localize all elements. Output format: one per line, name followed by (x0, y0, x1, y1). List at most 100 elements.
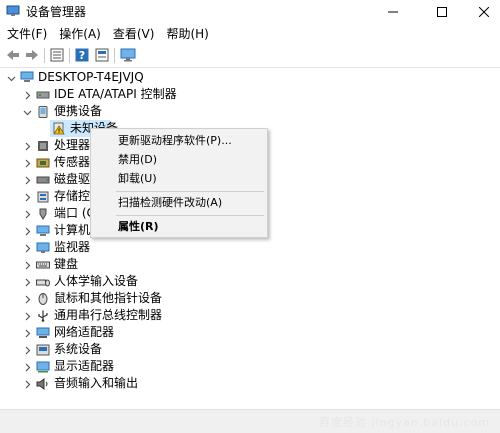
tree-item-label: 存储控 (54, 189, 91, 203)
tree-item-network-adapters[interactable]: 网络适配器 (0, 324, 200, 341)
toolbar-divider (69, 48, 70, 63)
computer-icon (20, 71, 34, 83)
chevron-down-icon[interactable] (6, 73, 16, 83)
ide-controller-icon (36, 89, 50, 101)
sensor-icon (36, 157, 50, 169)
tree-item-hid[interactable]: 人体学输入设备 (0, 273, 200, 290)
computer-monitor-icon[interactable] (120, 47, 136, 63)
chevron-right-icon[interactable] (22, 141, 32, 151)
chevron-right-icon[interactable] (22, 277, 32, 287)
tree-item-label: 键盘 (54, 257, 79, 271)
storage-controller-icon (36, 191, 50, 203)
tree-item-system-devices[interactable]: 系统设备 (0, 341, 200, 358)
chevron-right-icon[interactable] (22, 175, 32, 185)
tree-item-processor[interactable]: 处理器 (0, 137, 100, 154)
chevron-right-icon[interactable] (22, 362, 32, 372)
display-adapter-icon (36, 361, 50, 373)
chevron-right-icon[interactable] (22, 294, 32, 304)
tree-item-display-adapters[interactable]: 显示适配器 (0, 358, 200, 375)
tree-item-label: 处理器 (54, 138, 91, 152)
chevron-right-icon[interactable] (22, 345, 32, 355)
tree-item-audio-io[interactable]: 音频输入和输出 (0, 375, 200, 392)
tree-item-sensors[interactable]: 传感器 (0, 154, 100, 171)
network-adapter-icon (36, 327, 50, 339)
tree-item-usb-controllers[interactable]: 通用串行总线控制器 (0, 307, 220, 324)
tree-item-label: 监视器 (54, 240, 91, 254)
processor-icon (36, 140, 50, 152)
context-menu: 更新驱动程序软件(P)... 禁用(D) 卸载(U) 扫描检测硬件改动(A) 属… (90, 128, 268, 238)
toolbar-divider (114, 48, 115, 63)
forward-icon[interactable] (24, 47, 40, 63)
tree-item-storage-controllers[interactable]: 存储控 (0, 188, 100, 205)
chevron-right-icon[interactable] (22, 379, 32, 389)
tree-item-monitors[interactable]: 监视器 (0, 239, 200, 256)
tree-item-label: 鼠标和其他指针设备 (54, 291, 163, 305)
tree-item-keyboards[interactable]: 键盘 (0, 256, 200, 273)
tree-root-node[interactable]: DESKTOP-T4EJVJQ (0, 69, 200, 86)
menu-help[interactable]: 帮助(H) (161, 24, 213, 44)
maximize-button[interactable] (419, 0, 465, 23)
tree-item-label: 端口 (C (54, 206, 95, 220)
title-bar: 设备管理器 (0, 0, 500, 23)
chevron-right-icon[interactable] (22, 328, 32, 338)
menu-separator (116, 191, 264, 192)
tree-item-label: 网络适配器 (54, 325, 115, 339)
chevron-right-icon[interactable] (22, 192, 32, 202)
menu-item-uninstall[interactable]: 卸载(U) (91, 169, 267, 189)
device-tree: DESKTOP-T4EJVJQ IDE ATA/ATAPI 控制器 便携设备 未… (0, 69, 500, 409)
back-icon[interactable] (5, 47, 21, 63)
hid-icon (36, 276, 50, 288)
help-icon[interactable]: ? (74, 47, 90, 63)
tree-item-ports[interactable]: 端口 (C (0, 205, 100, 222)
tree-item-label: 系统设备 (54, 342, 103, 356)
tree-item-portable-devices[interactable]: 便携设备 (0, 103, 240, 120)
chevron-right-icon[interactable] (22, 158, 32, 168)
tree-item-mice[interactable]: 鼠标和其他指针设备 (0, 290, 220, 307)
speaker-icon (36, 378, 50, 390)
tree-item-label: 音频输入和输出 (54, 376, 139, 390)
tree-item-disk-drives[interactable]: 磁盘驱 (0, 171, 100, 188)
tree-item-label: 人体学输入设备 (54, 274, 139, 288)
chevron-right-icon[interactable] (22, 90, 32, 100)
close-button[interactable] (461, 0, 500, 23)
menu-item-scan-hardware[interactable]: 扫描检测硬件改动(A) (91, 193, 267, 213)
monitor-icon (36, 242, 50, 254)
disk-drive-icon (36, 174, 50, 186)
status-bar: 百度经验 jingyan.baidu.com (0, 409, 500, 433)
svg-text:?: ? (79, 49, 85, 62)
chevron-down-icon[interactable] (22, 107, 32, 117)
tree-item-ide[interactable]: IDE ATA/ATAPI 控制器 (0, 86, 240, 103)
menu-bar: 文件(F) 操作(A) 查看(V) 帮助(H) (0, 24, 500, 44)
tree-item-label: 通用串行总线控制器 (54, 308, 163, 322)
menu-view[interactable]: 查看(V) (108, 24, 160, 44)
tree-item-label: 计算机 (54, 223, 91, 237)
computer-icon (36, 225, 50, 237)
chevron-right-icon[interactable] (22, 209, 32, 219)
window-title: 设备管理器 (26, 5, 87, 19)
mouse-icon (36, 292, 50, 305)
chevron-right-icon[interactable] (22, 226, 32, 236)
unknown-device-warning-icon (52, 122, 66, 135)
usb-icon (36, 310, 50, 322)
keyboard-icon (36, 259, 50, 271)
menu-item-update-driver[interactable]: 更新驱动程序软件(P)... (91, 131, 267, 151)
chevron-right-icon[interactable] (22, 243, 32, 253)
chevron-right-icon[interactable] (22, 311, 32, 321)
properties-icon[interactable] (49, 47, 65, 63)
port-icon (36, 208, 50, 220)
minimize-button[interactable] (370, 0, 416, 23)
menu-file[interactable]: 文件(F) (2, 24, 52, 44)
device-manager-icon (6, 5, 20, 17)
update-icon[interactable] (94, 47, 110, 63)
menu-action[interactable]: 操作(A) (54, 24, 106, 44)
tree-item-computer[interactable]: 计算机 (0, 222, 100, 239)
menu-item-properties[interactable]: 属性(R) (91, 217, 267, 237)
computer-name: DESKTOP-T4EJVJQ (38, 70, 144, 84)
toolbar-divider (44, 48, 45, 63)
tree-item-label: 传感器 (54, 155, 91, 169)
menu-separator (116, 215, 264, 216)
chevron-right-icon[interactable] (22, 260, 32, 270)
menu-item-disable[interactable]: 禁用(D) (91, 150, 267, 170)
tree-item-label: 便携设备 (54, 104, 103, 118)
tree-item-label: 显示适配器 (54, 359, 115, 373)
